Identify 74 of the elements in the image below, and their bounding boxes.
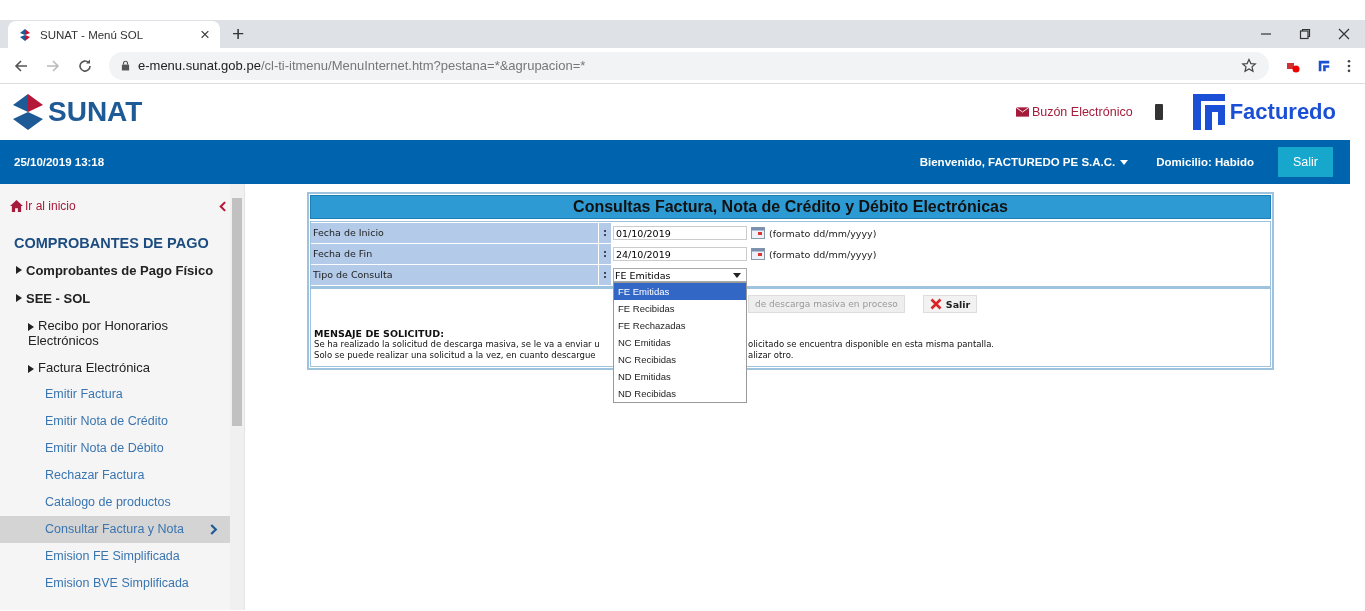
message-text: olicitado se encuentra disponible en esta misma pantalla. — [748, 339, 995, 350]
dropdown-option[interactable]: NC Recibidas — [614, 351, 746, 368]
dropdown-option[interactable]: FE Recibidas — [614, 300, 746, 317]
format-hint: (formato dd/mm/yyyy) — [769, 227, 877, 239]
address-field[interactable]: e-menu.sunat.gob.pe/cl-ti-itmenu/MenuInternet.htm?pestana=*&agrupacion=* — [109, 51, 1269, 80]
tab-title: SUNAT - Menú SOL — [40, 28, 145, 41]
expand-icon — [28, 364, 34, 373]
reload-icon[interactable] — [77, 57, 93, 74]
envelope-icon — [1015, 107, 1029, 117]
close-icon[interactable] — [1338, 28, 1350, 40]
favicon-icon — [18, 27, 32, 42]
menu-link[interactable]: Catalogo de productos — [0, 489, 230, 516]
calendar-icon[interactable] — [751, 248, 765, 260]
close-icon — [929, 298, 942, 310]
home-link[interactable]: Ir al inicio — [10, 199, 76, 213]
section-title: COMPROBANTES DE PAGO — [13, 234, 210, 253]
dropdown-option[interactable]: FE Emitidas — [614, 283, 746, 300]
expand-icon — [16, 294, 22, 302]
date-time: 25/10/2019 13:18 — [14, 156, 105, 168]
new-tab-button[interactable]: + — [232, 22, 245, 46]
expand-icon — [28, 322, 34, 331]
browser-tab[interactable]: SUNAT - Menú SOL × — [8, 21, 220, 48]
dropdown-option[interactable]: NC Emitidas — [614, 334, 746, 351]
extension-icon[interactable] — [1317, 58, 1331, 73]
dropdown-option[interactable]: FE Rechazadas — [614, 317, 746, 334]
menu-link[interactable]: Emision BVE Simplificada — [0, 570, 230, 597]
mailbox-link[interactable]: Buzón Electrónico — [1015, 105, 1133, 119]
date-field[interactable]: 24/10/2019 — [613, 247, 747, 261]
menu-link[interactable]: Emision FE Simplificada — [0, 543, 230, 570]
menu-link[interactable]: Emitir Factura — [0, 381, 230, 408]
field-colon: : — [599, 265, 611, 285]
menu-item[interactable]: Comprobantes de Pago Físico — [0, 256, 230, 284]
field-colon: : — [599, 244, 611, 264]
back-icon[interactable] — [13, 57, 29, 74]
dropdown-arrow-icon — [733, 272, 741, 278]
menu-item[interactable]: Factura Electrónica — [0, 354, 230, 381]
calendar-icon[interactable] — [751, 227, 765, 239]
phone-icon — [1154, 104, 1163, 120]
lock-icon — [121, 60, 130, 71]
menu-item[interactable]: SEE - SOL — [0, 284, 230, 312]
field-colon: : — [599, 223, 611, 243]
home-icon — [10, 200, 23, 212]
menu-icon[interactable] — [1347, 58, 1351, 73]
menu-link[interactable]: Emitir Nota de Crédito — [0, 408, 230, 435]
field-label: Fecha de Fin — [311, 244, 598, 264]
dropdown-option[interactable]: ND Recibidas — [614, 385, 746, 402]
chevron-right-icon — [210, 524, 218, 535]
brand-logo-icon — [1192, 94, 1225, 130]
message-text: Solo se puede realizar una solicitud a la vez, en cuanto descargue — [314, 350, 597, 361]
scrollbar[interactable] — [230, 184, 245, 610]
query-type-select[interactable]: FE Emitidas — [613, 268, 747, 282]
format-hint: (formato dd/mm/yyyy) — [769, 248, 877, 260]
dropdown-option[interactable]: ND Emitidas — [614, 368, 746, 385]
message-text: Se ha realizado la solicitud de descarga masiva, se le va a enviar u — [314, 339, 601, 350]
logo-text: SUNAT — [48, 96, 143, 128]
close-tab-button[interactable]: × — [200, 24, 210, 45]
collapse-icon[interactable] — [219, 200, 226, 212]
message-text: alizar otro. — [748, 350, 794, 361]
exit-button[interactable]: Salir — [922, 295, 978, 313]
caret-icon — [1120, 159, 1129, 165]
field-label: Fecha de Inicio — [311, 223, 598, 243]
menu-link[interactable]: Emitir Nota de Débito — [0, 435, 230, 462]
domicile-status: Domicilio: Habido — [1156, 156, 1254, 168]
brand-name: Facturedo — [1229, 99, 1336, 125]
message-title: MENSAJE DE SOLICITUD: — [314, 328, 445, 339]
star-icon[interactable] — [1241, 57, 1257, 74]
menu-item[interactable]: Recibo por Honorarios Electrónicos — [0, 312, 230, 354]
restore-icon[interactable] — [1299, 28, 1311, 40]
field-label: Tipo de Consulta — [311, 265, 598, 285]
date-field[interactable]: 01/10/2019 — [613, 226, 747, 240]
menu-link[interactable]: Rechazar Factura — [0, 462, 230, 489]
user-menu[interactable]: Bienvenido, FACTUREDO PE S.A.C. — [919, 156, 1129, 168]
form-title: Consultas Factura, Nota de Crédito y Débito Electrónicas — [310, 195, 1271, 219]
expand-icon — [16, 266, 22, 274]
